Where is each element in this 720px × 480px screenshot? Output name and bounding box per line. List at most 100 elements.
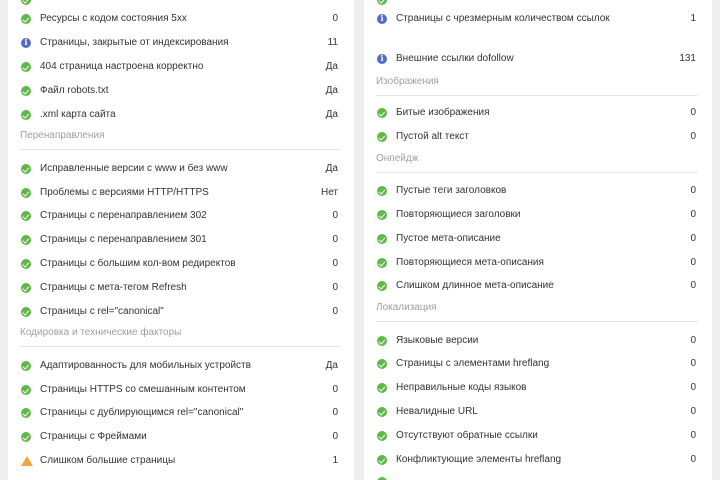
row-label: Страницы с rel="canonical" bbox=[40, 306, 164, 317]
row-value: 0 bbox=[332, 13, 338, 24]
row-label: Повторяющиеся заголовки bbox=[396, 209, 521, 220]
check-icon bbox=[21, 408, 31, 418]
row-value: 0 bbox=[332, 384, 338, 395]
row-label: Страницы с дублирующимся rel="canonical" bbox=[40, 407, 244, 418]
row-label: Ресурсы с кодом состояния 5xx bbox=[40, 13, 187, 24]
check-icon bbox=[377, 234, 387, 244]
check-icon bbox=[21, 307, 31, 317]
row-label: Файл robots.txt bbox=[40, 85, 109, 96]
check-icon bbox=[21, 385, 31, 395]
section-header-localization: Локализация bbox=[376, 298, 698, 322]
check-icon bbox=[377, 383, 387, 393]
row-value: Да bbox=[325, 109, 338, 120]
row-label: Пустой alt текст bbox=[396, 131, 469, 142]
check-icon bbox=[21, 283, 31, 293]
warning-icon bbox=[21, 456, 33, 466]
row-value: 0 bbox=[690, 280, 696, 291]
row-value: 0 bbox=[690, 257, 696, 268]
row-value: 0 bbox=[690, 209, 696, 220]
section-header-encoding: Кодировка и технические факторы bbox=[20, 323, 340, 347]
row-value: 0 bbox=[332, 234, 338, 245]
row-label: Адаптированность для мобильных устройств bbox=[40, 360, 251, 371]
check-icon bbox=[21, 235, 31, 245]
row-label: Страницы с Фреймами bbox=[40, 431, 147, 442]
check-icon bbox=[21, 86, 31, 96]
row-label: Страницы с мета-тегом Refresh bbox=[40, 282, 187, 293]
check-icon bbox=[377, 108, 387, 118]
row-value: Да bbox=[325, 163, 338, 174]
row-label: Слишком длинное мета-описание bbox=[396, 280, 554, 291]
row-label: Повторяющиеся мета-описания bbox=[396, 257, 544, 268]
left-panel: Ресурсы с кодом состояния 5xx 0 Страницы… bbox=[8, 0, 354, 480]
info-icon bbox=[377, 13, 387, 24]
row-value: 0 bbox=[690, 454, 696, 465]
check-icon bbox=[377, 336, 387, 346]
row-label: Неправильные коды языков bbox=[396, 382, 527, 393]
section-label: Перенаправления bbox=[20, 130, 105, 141]
row-value: 0 bbox=[690, 430, 696, 441]
check-icon bbox=[21, 432, 31, 442]
row-label: Битые изображения bbox=[396, 107, 490, 118]
row-label: Страницы HTTPS со смешанным контентом bbox=[40, 384, 246, 395]
check-icon bbox=[21, 62, 31, 72]
row-label: Внешние ссылки dofollow bbox=[396, 53, 514, 64]
info-icon bbox=[377, 53, 387, 64]
row-value: 0 bbox=[332, 407, 338, 418]
row-value: 0 bbox=[690, 406, 696, 417]
section-header-redirects: Перенаправления bbox=[20, 126, 340, 150]
row-label: Страницы с элементами hreflang bbox=[396, 358, 550, 369]
row-value: 0 bbox=[690, 382, 696, 393]
row-value: 0 bbox=[332, 282, 338, 293]
section-label: Онпейдж bbox=[376, 153, 419, 164]
check-icon bbox=[21, 0, 31, 5]
check-icon bbox=[21, 14, 31, 24]
info-icon bbox=[21, 37, 31, 48]
check-icon bbox=[21, 164, 31, 174]
row-label: Языковые версии bbox=[396, 335, 479, 346]
row-value: Да bbox=[325, 360, 338, 371]
check-icon bbox=[377, 0, 387, 5]
row-value: 0 bbox=[690, 131, 696, 142]
row-label: Страницы с большим кол-вом редиректов bbox=[40, 258, 236, 269]
check-icon bbox=[377, 407, 387, 417]
row-value: 11 bbox=[327, 37, 338, 48]
row-label: Проблемы с версиями HTTP/HTTPS bbox=[40, 187, 209, 198]
row-value: 0 bbox=[332, 210, 338, 221]
row-label: Невалидные URL bbox=[396, 406, 478, 417]
check-icon bbox=[377, 359, 387, 369]
row-label: Исправленные версии с www и без www bbox=[40, 163, 228, 174]
section-header-images: Изображения bbox=[376, 72, 698, 96]
row-value: Да bbox=[325, 61, 338, 72]
row-value: 0 bbox=[332, 431, 338, 442]
row-value: 0 bbox=[690, 335, 696, 346]
check-icon bbox=[21, 361, 31, 371]
row-label: Пустое мета-описание bbox=[396, 233, 501, 244]
check-icon bbox=[377, 186, 387, 196]
row-label: Страницы с перенаправлением 301 bbox=[40, 234, 207, 245]
section-header-onpage: Онпейдж bbox=[376, 149, 698, 173]
row-value: Да bbox=[325, 85, 338, 96]
row-value: 0 bbox=[690, 107, 696, 118]
row-label: Конфликтующие элементы hreflang bbox=[396, 454, 562, 465]
check-icon bbox=[21, 259, 31, 269]
row-label: Страницы с чрезмерным количеством ссылок bbox=[396, 13, 610, 24]
row-value: 131 bbox=[679, 53, 696, 64]
row-value: Нет bbox=[320, 187, 338, 198]
row-value: 0 bbox=[690, 185, 696, 196]
row-label: .xml карта сайта bbox=[40, 109, 116, 120]
row-label: Страницы, закрытые от индексирования bbox=[40, 37, 229, 48]
right-panel: Страницы с чрезмерным количеством ссылок… bbox=[364, 0, 712, 480]
section-label: Кодировка и технические факторы bbox=[20, 327, 182, 338]
row-value: 0 bbox=[690, 233, 696, 244]
row-label: Отсутствуют обратные ссылки bbox=[396, 430, 538, 441]
check-icon bbox=[377, 455, 387, 465]
row-value: 1 bbox=[332, 455, 338, 466]
check-icon bbox=[377, 431, 387, 441]
check-icon bbox=[377, 281, 387, 291]
row-label: Пустые теги заголовков bbox=[396, 185, 507, 196]
row-label: 404 страница настроена корректно bbox=[40, 61, 204, 72]
section-label: Изображения bbox=[376, 76, 439, 87]
section-label: Локализация bbox=[376, 302, 437, 313]
check-icon bbox=[21, 110, 31, 120]
row-value: 0 bbox=[332, 258, 338, 269]
